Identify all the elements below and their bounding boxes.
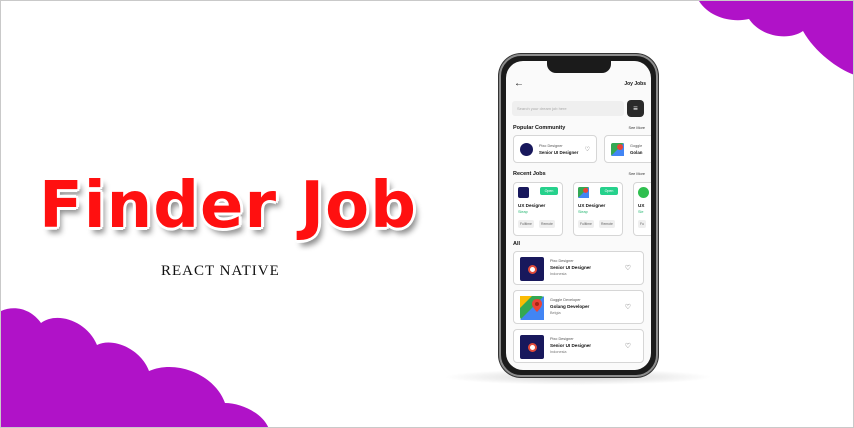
heart-icon[interactable]: ♡ [625,342,631,350]
all-job-card[interactable]: Goggle Developer Golang Developer Belgia… [513,290,644,324]
top-right-blob [699,1,853,75]
job-tag: Remote [599,220,615,228]
job-title: UX Designer [518,203,546,208]
job-role: Golang Developer [550,304,590,309]
all-job-card[interactable]: Pixo Designer Senior UI Designer Indones… [513,251,644,285]
popular-company: Pixo Designer [539,144,563,148]
pixo-logo-icon [518,187,529,198]
pixo-logo-icon [520,257,544,281]
phone-notch [547,61,611,73]
recent-heading: Recent Jobs [513,171,546,177]
job-company: Sleap [578,210,588,214]
all-job-card[interactable]: Pixo Designer Senior UI Designer Indones… [513,329,644,363]
open-badge: Open [540,187,558,195]
recent-job-card[interactable]: UX Sle Fu [633,182,651,236]
job-location: Belgia [550,311,561,315]
job-company: Pixo Designer [550,259,574,263]
all-heading: All [513,241,521,247]
app-top-bar: ← Joy Jobs [514,78,646,91]
popular-card[interactable]: Pixo Designer Senior UI Designer ♡ [513,135,597,163]
phone-mockup: ← Joy Jobs Search your dream job here ≡ … [499,54,658,377]
search-input[interactable]: Search your dream job here [512,101,624,116]
job-location: Indonesia [550,272,567,276]
maps-pin-icon [578,187,589,198]
green-app-icon [638,187,649,198]
bottom-left-blob [1,308,268,427]
heart-icon[interactable]: ♡ [585,146,590,153]
job-title: UX Designer [578,203,606,208]
job-company: Goggle Developer [550,298,581,302]
popular-role: Golan [630,150,643,155]
filter-button[interactable]: ≡ [627,100,644,117]
popular-card[interactable]: Goggle Golan [604,135,651,163]
job-company: Pixo Designer [550,337,574,341]
app-logo: Joy Jobs [624,81,646,87]
banner-canvas: Finder Job REACT NATIVE ← Joy Jobs Searc… [0,0,854,428]
open-badge: Open [600,187,618,195]
popular-see-more-link[interactable]: See More [629,126,645,130]
recent-see-more-link[interactable]: See More [629,172,645,176]
heart-icon[interactable]: ♡ [625,264,631,272]
job-title: UX [638,203,645,208]
headline: Finder Job [39,169,417,243]
job-role: Senior UI Designer [550,343,592,348]
job-tag: Fulltime [578,220,594,228]
job-role: Senior UI Designer [550,265,592,270]
popular-company: Goggle [630,144,643,148]
job-tag: Fu [638,220,646,228]
popular-heading: Popular Community [513,125,566,131]
subheadline: REACT NATIVE [161,263,280,279]
popular-role: Senior UI Designer [539,150,579,155]
back-arrow-icon[interactable]: ← [514,78,524,89]
pixo-logo-icon [520,335,544,359]
pixo-logo-icon [520,143,533,156]
sliders-icon: ≡ [633,104,638,113]
heart-icon[interactable]: ♡ [625,303,631,311]
job-tag: Remote [539,220,555,228]
app-screen: ← Joy Jobs Search your dream job here ≡ … [506,61,651,370]
job-company: Sleap [518,210,528,214]
recent-job-card[interactable]: Open UX Designer Sleap Fulltime Remote [573,182,623,236]
job-company: Sle [638,210,644,214]
maps-pin-icon [611,143,624,156]
job-tag: Fulltime [518,220,534,228]
maps-pin-icon [520,296,544,320]
recent-job-card[interactable]: Open UX Designer Sleap Fulltime Remote [513,182,563,236]
job-location: Indonesia [550,350,567,354]
